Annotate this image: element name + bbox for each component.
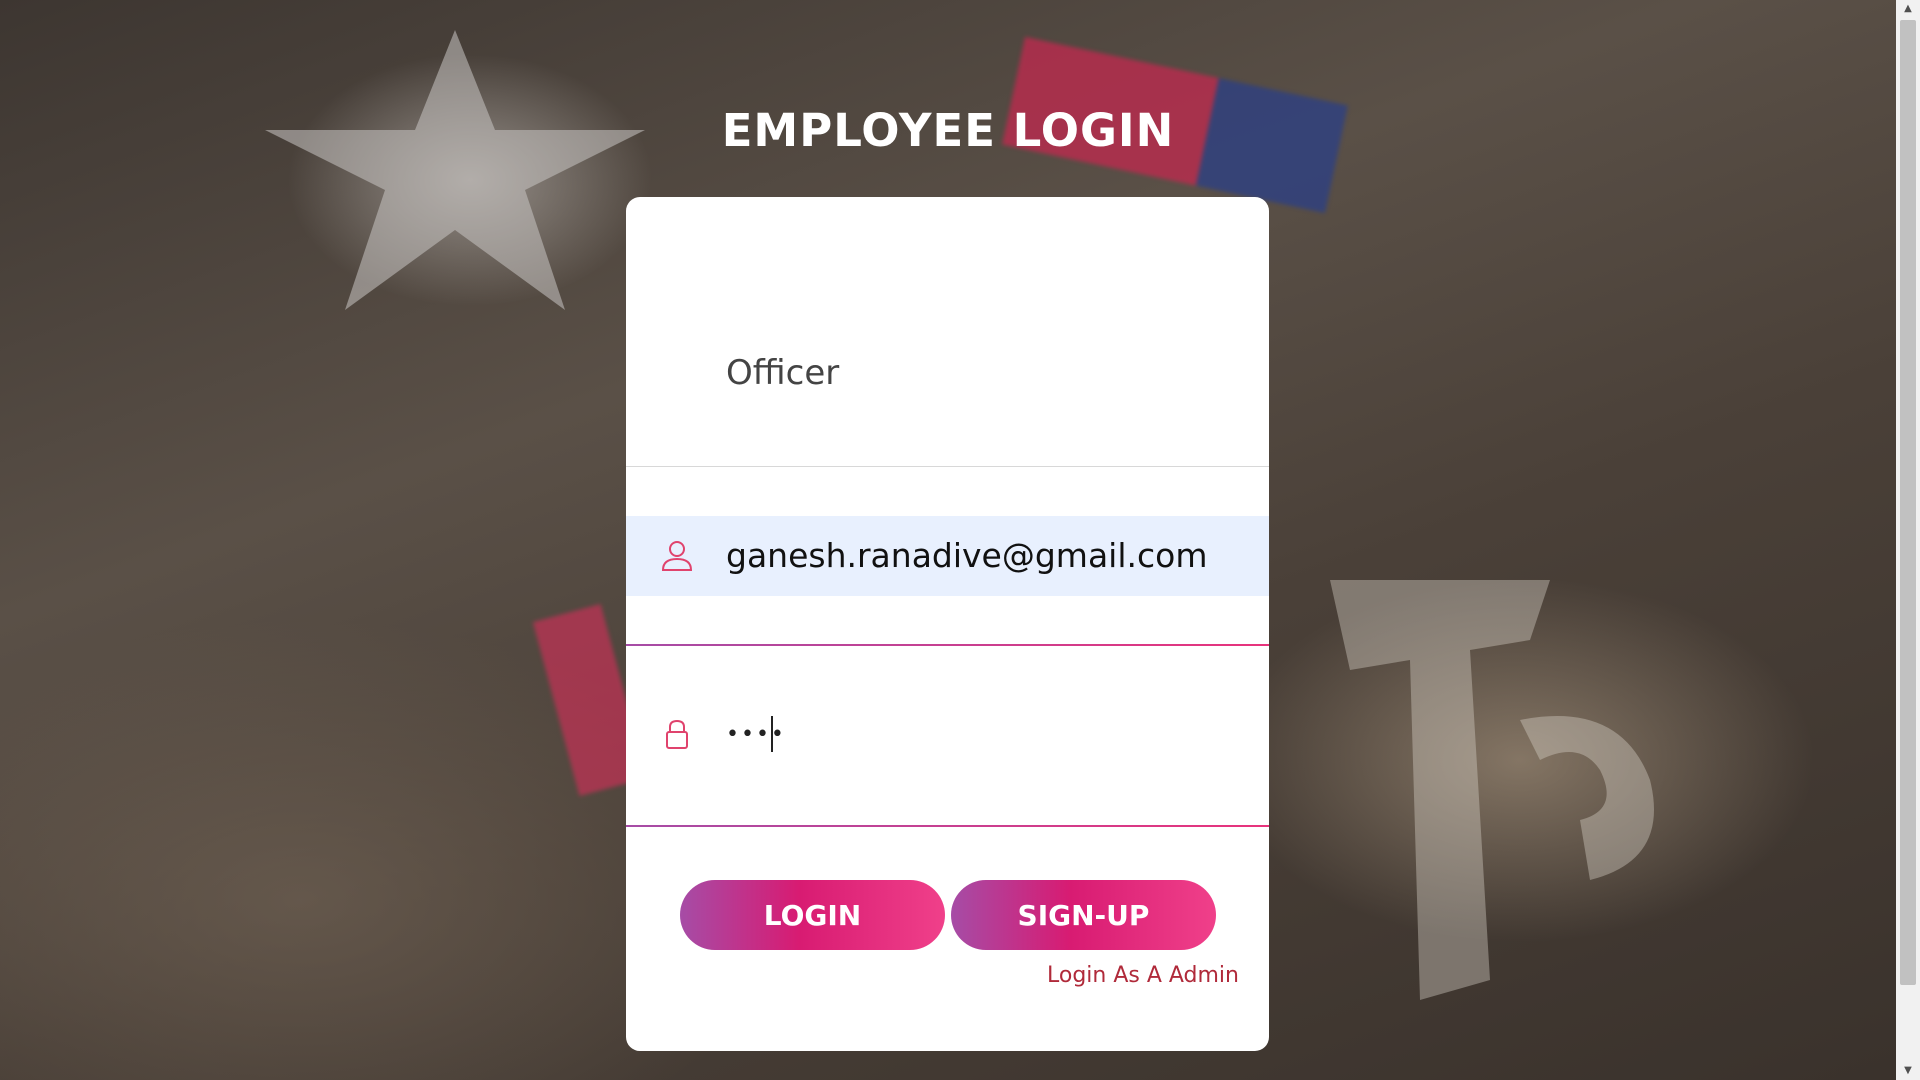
background-badge-icon (1330, 580, 1654, 1000)
scrollbar-thumb[interactable] (1900, 20, 1916, 985)
text-caret (771, 716, 773, 752)
login-button[interactable]: LOGIN (680, 880, 945, 950)
scroll-up-arrow-icon[interactable]: ▲ (1896, 0, 1920, 18)
password-input[interactable]: •••• (726, 722, 786, 747)
role-divider (626, 466, 1269, 467)
password-underline (626, 825, 1269, 827)
role-select-value[interactable]: Officer (726, 353, 839, 393)
vertical-scrollbar[interactable]: ▲ ▼ (1896, 0, 1920, 1080)
signup-button[interactable]: SIGN-UP (951, 880, 1216, 950)
page-title: EMPLOYEE LOGIN (721, 104, 1175, 158)
scroll-down-arrow-icon[interactable]: ▼ (1896, 1062, 1920, 1080)
email-field[interactable]: ganesh.ranadive@gmail.com (626, 516, 1269, 596)
login-card: Officer ganesh.ranadive@gmail.com •••• L… (626, 197, 1269, 1051)
lock-icon (666, 719, 688, 749)
role-field[interactable]: Officer (626, 197, 1269, 467)
email-input[interactable]: ganesh.ranadive@gmail.com (726, 536, 1207, 575)
user-icon (661, 541, 693, 571)
admin-login-link[interactable]: Login As A Admin (1047, 963, 1239, 988)
background-star-icon (265, 30, 645, 310)
password-field[interactable]: •••• (626, 646, 1269, 825)
